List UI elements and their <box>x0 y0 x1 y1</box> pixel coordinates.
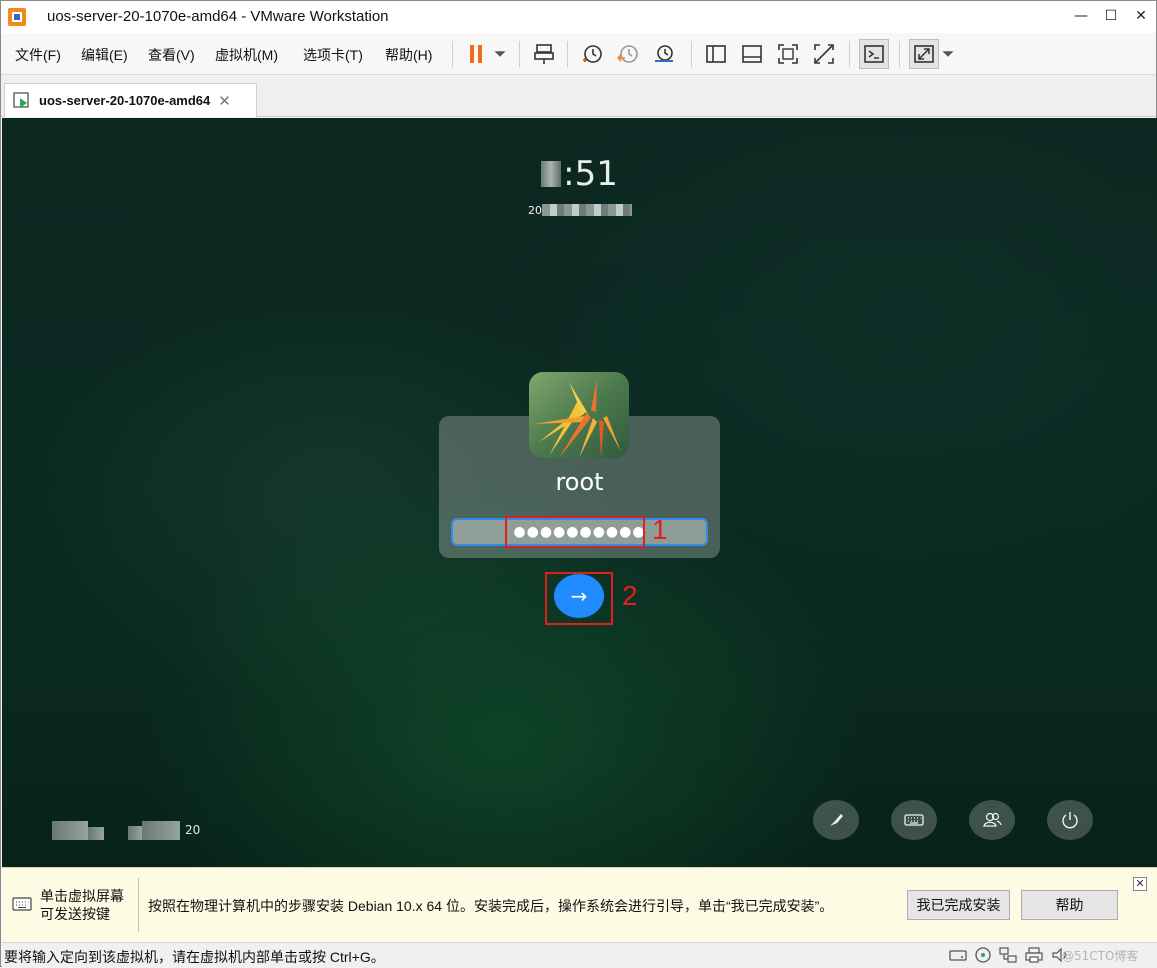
console-icon <box>864 45 884 63</box>
hint-click-to-send: 单击虚拟屏幕 可发送按键 <box>40 887 124 923</box>
pause-icon <box>470 45 482 63</box>
snapshot-manager-icon <box>655 45 673 62</box>
vm-screen[interactable]: :51 20 root ●●●●●●●●●● 1 → 2 20 <box>2 118 1157 867</box>
printer-status-icon[interactable] <box>1024 946 1044 964</box>
snapshot-manager-button[interactable] <box>649 39 679 69</box>
vmware-window: uos-server-20-1070e-amd64 - VMware Works… <box>0 0 1157 967</box>
menu-tabs[interactable]: 选项卡(T) <box>303 45 363 65</box>
status-message: 要将输入定向到该虚拟机，请在虚拟机内部单击或按 Ctrl+G。 <box>4 949 385 965</box>
tab-strip: uos-server-20-1070e-amd64 ✕ <box>1 75 1156 117</box>
redacted-block <box>142 821 180 840</box>
title-bar: uos-server-20-1070e-amd64 - VMware Works… <box>1 1 1156 33</box>
stretch-dropdown-button[interactable] <box>937 39 959 69</box>
vm-running-icon <box>13 91 29 108</box>
vmware-logo-icon <box>8 8 26 26</box>
send-ctrl-alt-del-button[interactable] <box>529 39 559 69</box>
redacted-hour <box>541 161 562 187</box>
bottom-left-number: 20 <box>185 823 201 837</box>
menu-edit[interactable]: 编辑(E) <box>81 45 128 65</box>
user-avatar <box>529 372 629 458</box>
toolbar-separator <box>899 41 900 67</box>
redacted-date <box>542 204 632 216</box>
redacted-block <box>128 826 142 840</box>
hint-help-button[interactable]: 帮助 <box>1021 890 1118 920</box>
send-ctrl-alt-del-icon <box>534 44 554 64</box>
annotation-number-1: 1 <box>652 514 668 545</box>
redacted-block <box>52 821 88 840</box>
tab-close-icon[interactable]: ✕ <box>218 92 231 110</box>
switch-user-icon <box>983 812 1002 827</box>
hint-separator <box>138 878 139 932</box>
dropdown-arrow-icon <box>942 51 954 57</box>
toolbar-separator <box>519 41 520 67</box>
window-title: uos-server-20-1070e-amd64 - VMware Works… <box>47 8 389 25</box>
network-status-icon[interactable] <box>998 946 1018 964</box>
snapshot-take-icon <box>583 45 602 63</box>
power-icon <box>1062 812 1078 829</box>
keyboard-layout-button[interactable] <box>813 800 859 840</box>
install-hint-bar: 单击虚拟屏幕 可发送按键 按照在物理计算机中的步骤安装 Debian 10.x … <box>2 867 1157 942</box>
toolbar-separator <box>567 41 568 67</box>
stretch-guest-button[interactable] <box>909 39 939 69</box>
thumbnail-bar-button[interactable] <box>737 39 767 69</box>
revert-snapshot-button[interactable] <box>613 39 643 69</box>
snapshot-revert-icon <box>617 45 638 63</box>
toolbar-separator <box>849 41 850 67</box>
toolbar-separator <box>452 41 453 67</box>
pause-button[interactable] <box>461 39 491 69</box>
watermark-text: @51CTO博客 <box>1062 949 1139 963</box>
annotation-box-1 <box>505 516 645 548</box>
menu-toolbar: 文件(F) 编辑(E) 查看(V) 虚拟机(M) 选项卡(T) 帮助(H) <box>1 33 1156 75</box>
view-sidebar-icon <box>706 45 726 63</box>
power-dropdown-button[interactable] <box>489 39 511 69</box>
toolbar-separator <box>691 41 692 67</box>
menu-view[interactable]: 查看(V) <box>148 45 195 65</box>
status-bar: 要将输入定向到该虚拟机，请在虚拟机内部单击或按 Ctrl+G。 @51CTO博客 <box>2 942 1157 967</box>
lock-clock: :51 <box>2 154 1157 194</box>
hint-close-icon[interactable]: ✕ <box>1133 877 1147 891</box>
close-button[interactable]: ✕ <box>1121 1 1157 31</box>
menu-vm[interactable]: 虚拟机(M) <box>215 45 278 65</box>
install-done-button[interactable]: 我已完成安装 <box>907 890 1010 920</box>
tab-vm[interactable]: uos-server-20-1070e-amd64 ✕ <box>4 83 257 117</box>
fullscreen-icon <box>778 44 798 64</box>
annotation-number-2: 2 <box>622 580 638 611</box>
menu-help[interactable]: 帮助(H) <box>385 45 432 65</box>
hint-left-line2: 可发送按键 <box>40 906 110 922</box>
lock-date: 20 <box>528 204 632 218</box>
username-label: root <box>555 468 604 496</box>
hdd-status-icon[interactable] <box>948 946 968 964</box>
annotation-box-2 <box>545 572 613 625</box>
view-thumbnail-icon <box>742 45 762 63</box>
switch-user-button[interactable] <box>969 800 1015 840</box>
tab-label: uos-server-20-1070e-amd64 <box>39 93 211 108</box>
keyboard-icon <box>904 814 924 826</box>
take-snapshot-button[interactable] <box>577 39 607 69</box>
hint-left-line1: 单击虚拟屏幕 <box>40 888 124 904</box>
unity-icon <box>814 44 834 64</box>
redacted-block <box>88 827 104 840</box>
console-view-button[interactable] <box>859 39 889 69</box>
unity-button[interactable] <box>809 39 839 69</box>
show-library-button[interactable] <box>701 39 731 69</box>
menu-file[interactable]: 文件(F) <box>15 45 61 65</box>
cdrom-status-icon[interactable] <box>973 946 993 964</box>
stretch-icon <box>914 45 934 63</box>
hint-message: 按照在物理计算机中的步骤安装 Debian 10.x 64 位。安装完成后，操作… <box>148 898 834 914</box>
full-screen-button[interactable] <box>773 39 803 69</box>
dropdown-arrow-icon <box>494 51 506 57</box>
date-prefix: 20 <box>528 204 542 217</box>
clock-minutes: :51 <box>563 154 618 194</box>
keyboard-layout-icon <box>830 814 843 826</box>
keyboard-button[interactable] <box>891 800 937 840</box>
power-button[interactable] <box>1047 800 1093 840</box>
keyboard-hint-icon <box>12 897 32 911</box>
